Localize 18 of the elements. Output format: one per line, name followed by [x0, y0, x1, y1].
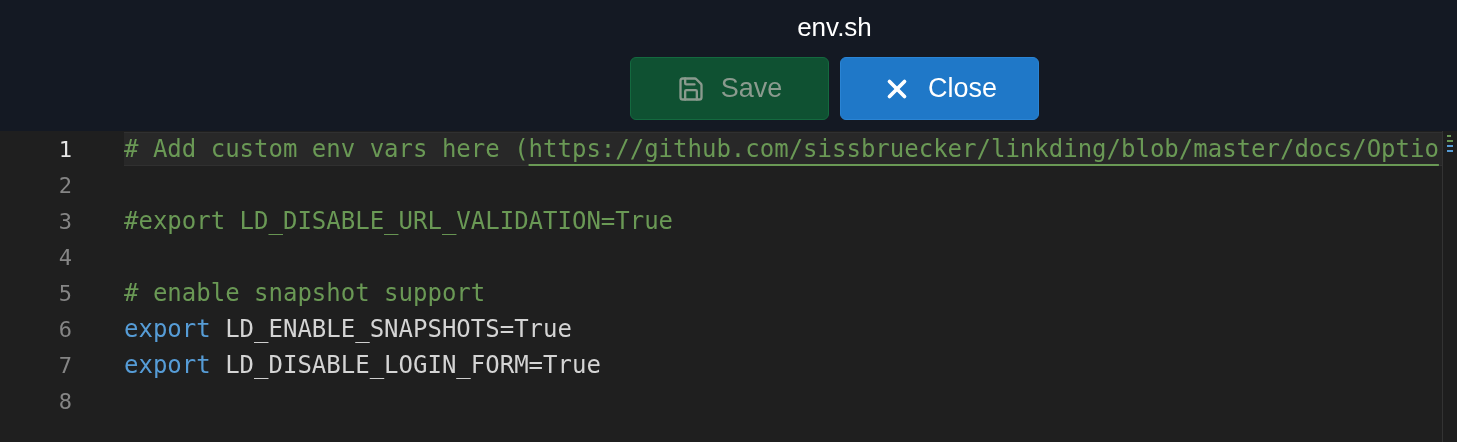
line-number: 3 — [57, 207, 72, 236]
line-number: 5 — [57, 279, 72, 308]
code-token: export — [124, 350, 211, 381]
close-button[interactable]: Close — [840, 57, 1039, 120]
file-title: env.sh — [797, 11, 872, 44]
line-number: 6 — [57, 315, 72, 344]
code-token: LD_ENABLE_SNAPSHOTS=True — [224, 314, 572, 345]
code-token: # Add custom env vars here ( — [124, 134, 529, 165]
code-link[interactable]: https://github.com/sissbruecker/linkding/blob/master/docs/Optio — [528, 131, 1439, 167]
line-number: 2 — [57, 171, 72, 200]
code-token: export — [124, 314, 211, 345]
code-token: #export LD_DISABLE_URL_VALIDATION=True — [124, 206, 674, 237]
line-number: 1 — [57, 135, 72, 164]
line-number: 8 — [57, 387, 72, 416]
line-number: 7 — [57, 351, 72, 380]
code-token: LD_DISABLE_LOGIN_FORM=True — [224, 350, 601, 381]
line-number: 4 — [57, 243, 72, 272]
code-token: # enable snapshot support — [124, 278, 486, 309]
